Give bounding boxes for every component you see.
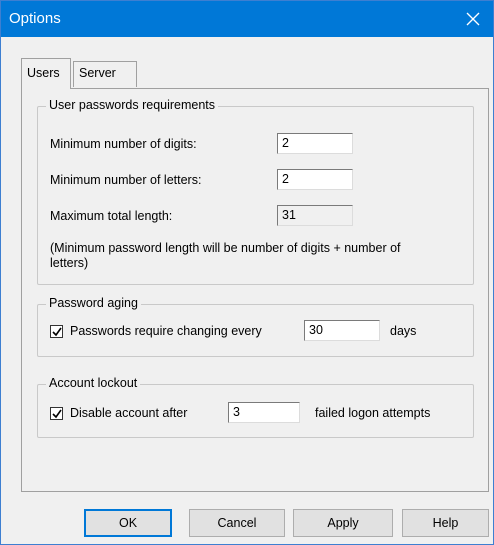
close-button[interactable] (453, 1, 493, 37)
apply-button-label: Apply (327, 516, 359, 530)
tab-users[interactable]: Users (21, 58, 71, 89)
min-digits-field[interactable]: 2 (277, 133, 353, 154)
window-title: Options (9, 10, 61, 27)
password-requirements-title: User passwords requirements (46, 98, 219, 112)
max-length-field: 31 (277, 205, 353, 226)
password-requirements-group: User passwords requirements Minimum numb… (37, 98, 474, 285)
lockout-attempts-suffix: failed logon attempts (315, 406, 431, 420)
aging-days-unit: days (390, 324, 417, 338)
password-aging-label: Passwords require changing every (70, 324, 262, 338)
options-dialog: Options Users Server User passwords requ… (0, 0, 494, 545)
account-lockout-checkbox[interactable] (50, 407, 63, 420)
cancel-button-label: Cancel (217, 516, 257, 530)
help-button[interactable]: Help (402, 509, 489, 537)
cancel-button[interactable]: Cancel (189, 509, 285, 537)
ok-button[interactable]: OK (84, 509, 172, 537)
min-letters-label: Minimum number of letters: (50, 173, 202, 187)
password-length-note: (Minimum password length will be number … (50, 241, 401, 270)
aging-days-field[interactable]: 30 (304, 320, 380, 341)
apply-button[interactable]: Apply (293, 509, 393, 537)
checkmark-icon (52, 327, 62, 337)
account-lockout-title: Account lockout (46, 376, 141, 390)
title-bar: Options (1, 1, 493, 37)
max-length-label: Maximum total length: (50, 209, 173, 223)
lockout-attempts-field[interactable]: 3 (228, 402, 300, 423)
tab-server[interactable]: Server (73, 61, 137, 87)
ok-button-label: OK (118, 516, 138, 530)
checkmark-icon (52, 409, 62, 419)
password-aging-checkbox[interactable] (50, 325, 63, 338)
help-button-label: Help (432, 516, 459, 530)
min-digits-label: Minimum number of digits: (50, 137, 197, 151)
account-lockout-group: Account lockout Disable account after 3 … (37, 376, 474, 438)
close-icon (466, 12, 480, 26)
users-tab-panel: User passwords requirements Minimum numb… (21, 88, 489, 492)
password-aging-group: Password aging Passwords require changin… (37, 296, 474, 357)
min-letters-field[interactable]: 2 (277, 169, 353, 190)
account-lockout-label: Disable account after (70, 406, 188, 420)
password-aging-title: Password aging (46, 296, 141, 310)
